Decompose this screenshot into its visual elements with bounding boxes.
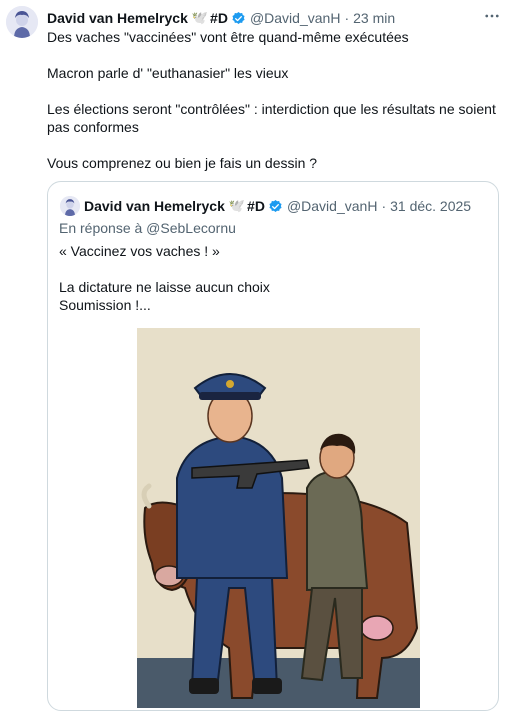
- quoted-post-text: « Vaccinez vos vaches ! » La dictature n…: [59, 242, 479, 314]
- quoted-author-tag: #D: [247, 198, 265, 214]
- quoted-author-handle[interactable]: @David_vanH: [287, 198, 377, 214]
- cartoon-illustration: [137, 328, 420, 708]
- more-options-icon[interactable]: [483, 7, 501, 25]
- post-line: Les élections seront "contrôlées" : inte…: [47, 101, 496, 135]
- quoted-post-header: David van Hemelryck 🕊️ #D @David_vanH · …: [84, 196, 471, 216]
- post-time[interactable]: 23 min: [353, 10, 395, 26]
- author-emoji: 🕊️: [191, 10, 209, 25]
- post-line: Macron parle d' "euthanasier" les vieux: [47, 65, 289, 81]
- quoted-line: Soumission !...: [59, 297, 151, 313]
- quoted-author-name[interactable]: David van Hemelryck: [84, 198, 225, 214]
- reply-to-label[interactable]: En réponse à @SebLecornu: [59, 220, 236, 236]
- post-header: David van Hemelryck 🕊️ #D @David_vanH · …: [47, 8, 395, 28]
- quoted-post[interactable]: David van Hemelryck 🕊️ #D @David_vanH · …: [47, 181, 499, 711]
- verified-badge-icon[interactable]: [231, 11, 246, 26]
- author-tag: #D: [210, 10, 228, 26]
- post-text: Des vaches "vaccinées" vont être quand-m…: [47, 28, 499, 172]
- verified-badge-icon[interactable]: [268, 199, 283, 214]
- separator-dot: ·: [344, 10, 350, 26]
- quoted-author-emoji: 🕊️: [228, 198, 246, 213]
- quoted-author-avatar[interactable]: [60, 196, 80, 216]
- quoted-post-image[interactable]: [137, 328, 420, 708]
- post-line: Vous comprenez ou bien je fais un dessin…: [47, 155, 318, 171]
- separator-dot: ·: [381, 198, 387, 214]
- post-line: Des vaches "vaccinées" vont être quand-m…: [47, 29, 409, 45]
- quoted-line: La dictature ne laisse aucun choix: [59, 279, 270, 295]
- quoted-line: « Vaccinez vos vaches ! »: [59, 243, 220, 259]
- avatar-illustration-icon: [60, 196, 80, 216]
- avatar-illustration-icon: [6, 6, 38, 38]
- quoted-post-date[interactable]: 31 déc. 2025: [390, 198, 471, 214]
- author-handle[interactable]: @David_vanH: [250, 10, 340, 26]
- author-name[interactable]: David van Hemelryck: [47, 10, 188, 26]
- author-avatar[interactable]: [6, 6, 38, 38]
